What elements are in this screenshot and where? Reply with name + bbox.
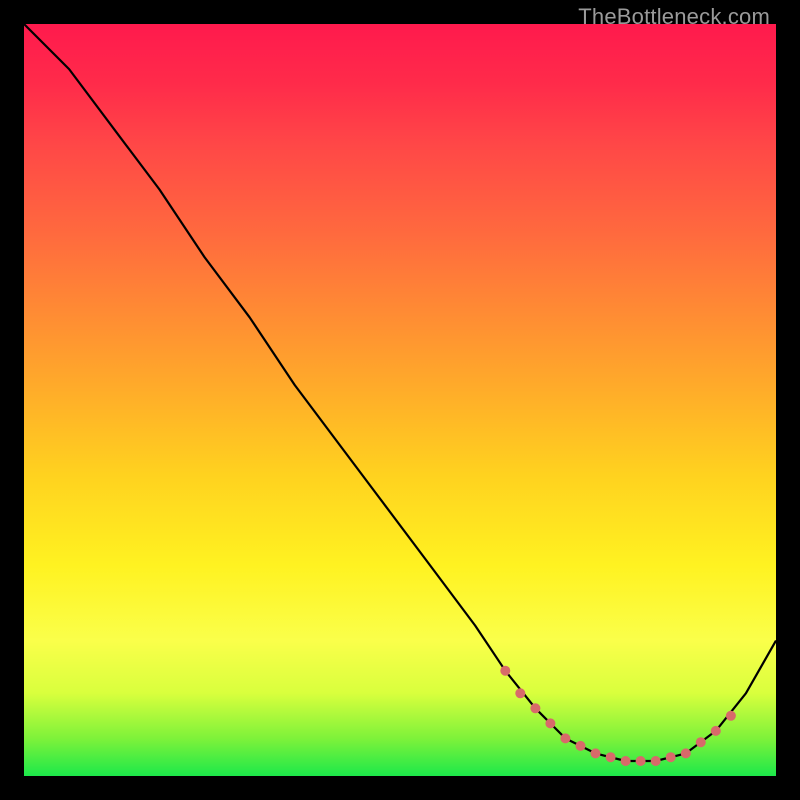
valley-dot (726, 711, 736, 721)
valley-dot (560, 733, 570, 743)
valley-dot (545, 718, 555, 728)
valley-dot (591, 748, 601, 758)
valley-dot (681, 748, 691, 758)
valley-dot (696, 737, 706, 747)
bottleneck-curve-line (24, 24, 776, 761)
valley-dot (621, 756, 631, 766)
valley-dots-group (500, 666, 736, 766)
curve-svg (24, 24, 776, 776)
valley-dot (530, 703, 540, 713)
valley-dot (666, 752, 676, 762)
valley-dot (636, 756, 646, 766)
valley-dot (606, 752, 616, 762)
valley-dot (515, 688, 525, 698)
valley-dot (711, 726, 721, 736)
valley-dot (651, 756, 661, 766)
valley-dot (500, 666, 510, 676)
valley-dot (576, 741, 586, 751)
gradient-plot-area (24, 24, 776, 776)
chart-stage: TheBottleneck.com (0, 0, 800, 800)
